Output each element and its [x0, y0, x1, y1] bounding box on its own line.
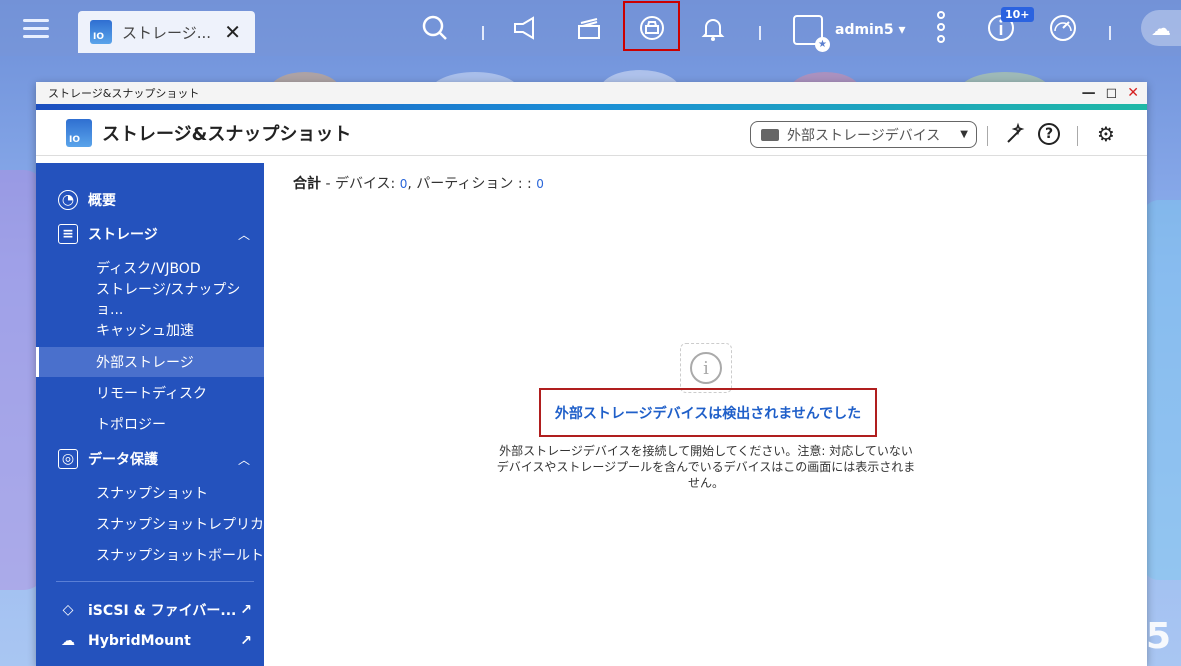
storage-app-icon — [66, 118, 92, 147]
notification-bell-icon[interactable] — [693, 8, 733, 48]
close-icon[interactable]: ✕ — [224, 20, 241, 44]
external-drive-icon — [761, 128, 779, 141]
user-menu[interactable]: admin5 ▾ — [793, 10, 906, 52]
maximize-icon[interactable]: ◻ — [1106, 85, 1118, 101]
cloud-icon[interactable]: ☁ — [1141, 10, 1181, 46]
sidebar-item-label: 概要 — [88, 193, 116, 209]
network-icon: ◇ — [62, 602, 74, 618]
announcement-icon[interactable] — [505, 8, 545, 48]
external-link-icon[interactable]: ↗ — [240, 633, 252, 649]
summary-label: 合計 — [293, 176, 321, 192]
search-icon[interactable] — [415, 8, 455, 48]
storage-app-icon — [90, 20, 112, 44]
database-icon: ≡ — [58, 224, 78, 244]
sidebar-item-iscsi[interactable]: ◇ iSCSI & ファイバー... ↗ — [36, 595, 264, 625]
sidebar-item-storage-snapshot[interactable]: ストレージ/スナップショ... — [36, 282, 264, 318]
sidebar-item-cache[interactable]: キャッシュ加速 — [36, 315, 264, 345]
partitions-count: 0 — [536, 177, 544, 191]
sidebar-item-label: ストレージ — [88, 227, 158, 243]
sidebar-item-label: スナップショットボールト — [96, 548, 264, 564]
highlight-marker — [623, 1, 680, 51]
cloud-mount-icon: ☁ — [61, 633, 75, 649]
camera-icon: ◎ — [58, 449, 78, 469]
taskbar-divider — [759, 26, 761, 40]
empty-state-title: 外部ストレージデバイスは検出されませんでした — [554, 405, 862, 422]
empty-state-highlight: 外部ストレージデバイスは検出されませんでした — [539, 388, 877, 437]
sidebar-item-snapshot-vault[interactable]: スナップショットボールト — [36, 540, 264, 570]
devices-label: - デバイス: — [321, 176, 400, 192]
sidebar-item-label: HybridMount — [88, 633, 191, 649]
external-link-icon[interactable]: ↗ — [240, 602, 252, 618]
sidebar-item-data-protection[interactable]: ◎ データ保護 ︿ — [36, 444, 264, 474]
sidebar-item-label: ストレージ/スナップショ... — [96, 282, 241, 318]
resource-monitor-icon[interactable] — [1043, 8, 1083, 48]
header-divider — [1077, 126, 1078, 146]
header-divider — [987, 126, 988, 146]
empty-state-info-icon: i — [680, 343, 732, 393]
app-tab-storage[interactable]: ストレージ... ✕ — [78, 11, 255, 53]
chevron-up-icon[interactable]: ︿ — [238, 226, 250, 243]
sidebar-divider — [56, 581, 254, 582]
partitions-label: , パーティション : : — [407, 176, 537, 192]
empty-state-description: 外部ストレージデバイスを接続して開始してください。注意: 対応していないデバイス… — [496, 444, 916, 490]
sidebar-item-label: スナップショット — [96, 486, 208, 502]
notification-badge: 10+ — [1001, 7, 1034, 22]
main-content: 合計 - デバイス: 0, パーティション : : 0 i 外部ストレージデバイ… — [264, 163, 1147, 666]
app-header: ストレージ&スナップショット 外部ストレージデバイス ▼ ? ⚙ — [36, 110, 1147, 156]
sidebar-item-label: キャッシュ加速 — [96, 323, 194, 339]
sidebar-item-remote-disk[interactable]: リモートディスク — [36, 378, 264, 408]
summary-line: 合計 - デバイス: 0, パーティション : : 0 — [293, 173, 544, 193]
device-type-selected: 外部ストレージデバイス — [787, 127, 941, 144]
app-tab-label: ストレージ... — [122, 23, 212, 42]
chevron-down-icon: ▼ — [960, 129, 968, 140]
help-icon[interactable]: ? — [1038, 123, 1060, 145]
sidebar: ◔ 概要 ≡ ストレージ ︿ ディスク/VJBOD ストレージ/スナップショ..… — [36, 163, 264, 666]
device-type-select[interactable]: 外部ストレージデバイス ▼ — [750, 121, 977, 148]
window-titlebar[interactable]: ストレージ&スナップショット — ◻ ✕ — [36, 82, 1147, 104]
sidebar-item-topology[interactable]: トポロジー — [36, 409, 264, 439]
window-title: ストレージ&スナップショット — [48, 87, 200, 100]
taskbar-divider — [1109, 26, 1111, 40]
sidebar-item-hybridmount[interactable]: ☁ HybridMount ↗ — [36, 626, 264, 656]
sidebar-item-label: データ保護 — [88, 452, 158, 468]
user-name: admin5 ▾ — [835, 22, 906, 38]
sidebar-item-overview[interactable]: ◔ 概要 — [36, 185, 264, 215]
desktop-clock: 17:15 — [1056, 616, 1171, 657]
sidebar-item-external-storage[interactable]: 外部ストレージ — [36, 347, 264, 377]
settings-gear-icon[interactable]: ⚙ — [1093, 121, 1119, 147]
sidebar-item-label: リモートディスク — [96, 386, 208, 402]
close-window-icon[interactable]: ✕ — [1127, 85, 1139, 101]
sidebar-item-label: ディスク/VJBOD — [96, 261, 201, 277]
taskbar: ストレージ... ✕ admin5 ▾ 10+ ☁ — [0, 0, 1181, 56]
sidebar-item-label: 外部ストレージ — [96, 355, 194, 371]
media-icon[interactable] — [569, 8, 609, 48]
gauge-icon: ◔ — [58, 190, 78, 210]
sidebar-item-label: トポロジー — [96, 417, 166, 433]
minimize-icon[interactable]: — — [1082, 85, 1096, 101]
sidebar-item-storage[interactable]: ≡ ストレージ ︿ — [36, 219, 264, 249]
sidebar-item-snapshot[interactable]: スナップショット — [36, 478, 264, 508]
wizard-icon[interactable] — [1003, 121, 1029, 147]
app-title: ストレージ&スナップショット — [102, 123, 352, 145]
sidebar-item-snapshot-replica[interactable]: スナップショットレプリカ — [36, 509, 264, 539]
taskbar-divider — [482, 26, 484, 40]
main-menu-icon[interactable] — [16, 8, 56, 48]
storage-snapshot-window: ストレージ&スナップショット — ◻ ✕ ストレージ&スナップショット 外部スト… — [36, 82, 1147, 666]
user-avatar-icon — [793, 15, 830, 52]
chevron-up-icon[interactable]: ︿ — [238, 451, 250, 468]
sidebar-item-label: iSCSI & ファイバー... — [88, 603, 237, 619]
more-options-icon[interactable] — [937, 11, 945, 43]
sidebar-item-label: スナップショットレプリカ — [96, 517, 264, 533]
